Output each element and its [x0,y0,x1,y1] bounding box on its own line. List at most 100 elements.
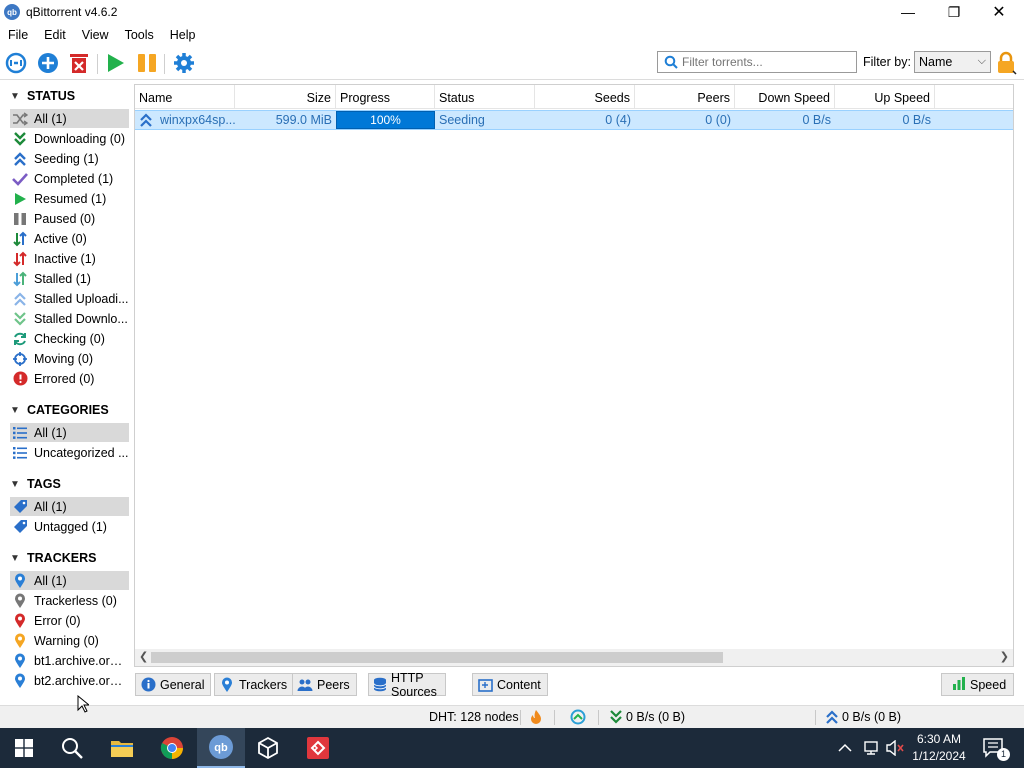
tag-item-untagged[interactable]: Untagged (1) [10,517,129,536]
status-item-active[interactable]: Active (0) [10,229,129,248]
pin-blue-icon [11,573,29,589]
progress-text: 100% [370,113,401,127]
tracker-item-trackerless[interactable]: Trackerless (0) [10,591,129,610]
status-item-stalled-downloading[interactable]: Stalled Downlo... [10,309,129,328]
minimize-button[interactable]: — [885,0,931,24]
pin-blue-icon [219,677,235,693]
tracker-item-warning[interactable]: Warning (0) [10,631,129,650]
scrollbar-thumb[interactable] [151,652,723,663]
status-item-all[interactable]: All (1) [10,109,129,128]
status-item-inactive[interactable]: Inactive (1) [10,249,129,268]
options-icon[interactable] [172,51,196,75]
column-header-status[interactable]: Status [435,85,535,109]
tracker-item-bt1[interactable]: bt1.archive.org ... [10,651,129,670]
connection-status-icon[interactable] [570,709,586,725]
menu-help[interactable]: Help [162,28,204,42]
category-item-uncategorized[interactable]: Uncategorized ... [10,443,129,462]
status-item-stalled-uploading[interactable]: Stalled Uploadi... [10,289,129,308]
status-item-paused[interactable]: Paused (0) [10,209,129,228]
virtualbox-icon[interactable] [244,728,292,768]
search-icon[interactable] [48,728,96,768]
file-explorer-icon[interactable] [98,728,146,768]
upload-arrow-icon [826,710,838,724]
tab-content[interactable]: Content [472,673,548,696]
speed-tab-button[interactable]: Speed [941,673,1014,696]
status-item-completed[interactable]: Completed (1) [10,169,129,188]
delete-icon[interactable] [67,51,91,75]
moving-icon [11,351,29,367]
status-item-errored[interactable]: Errored (0) [10,369,129,388]
pin-blue-icon [11,653,29,669]
categories-section-header[interactable]: ▼ CATEGORIES [8,400,109,420]
trackers-section-header[interactable]: ▼ TRACKERS [8,548,96,568]
column-header-seeds[interactable]: Seeds [535,85,635,109]
status-bar: DHT: 128 nodes 0 B/s (0 B) 0 B/s (0 B) [0,705,1024,728]
status-item-seeding[interactable]: Seeding (1) [10,149,129,168]
column-header-peers[interactable]: Peers [635,85,735,109]
menu-file[interactable]: File [0,28,36,42]
windows-start-icon[interactable] [0,728,48,768]
category-item-all[interactable]: All (1) [10,423,129,442]
tracker-item-error[interactable]: Error (0) [10,611,129,630]
menu-bar: File Edit View Tools Help [0,25,203,45]
scroll-right-icon[interactable]: ❯ [1000,650,1009,663]
add-torrent-icon[interactable] [36,51,60,75]
notifications-icon[interactable]: 1 [982,728,1019,768]
filter-torrents-field[interactable] [657,51,857,73]
volume-muted-icon[interactable] [885,728,905,768]
tags-section-header[interactable]: ▼ TAGS [8,474,61,494]
tab-peers[interactable]: Peers [292,673,357,696]
tab-general[interactable]: General [135,673,212,696]
menu-tools[interactable]: Tools [117,28,162,42]
resume-icon[interactable] [103,51,127,75]
lock-icon[interactable] [995,51,1017,75]
status-item-stalled[interactable]: Stalled (1) [10,269,129,288]
tab-trackers[interactable]: Trackers [214,673,295,696]
maximize-button[interactable]: ❐ [931,0,977,24]
pin-red-icon [11,613,29,629]
info-icon [140,677,156,693]
column-header-progress[interactable]: Progress [336,85,435,109]
menu-view[interactable]: View [74,28,117,42]
status-item-downloading[interactable]: Downloading (0) [10,129,129,148]
anydesk-icon[interactable] [294,728,342,768]
column-header-up-speed[interactable]: Up Speed [835,85,935,109]
svg-text:qb: qb [214,742,228,754]
table-row[interactable]: winxpx64sp... 599.0 MiB 100% Seeding 0 (… [135,110,1013,130]
torrent-size: 599.0 MiB [275,113,332,127]
taskbar: qb 6:30 AM 1/12/2024 1 [0,728,1024,768]
filter-by-select[interactable]: Name ⌵ [914,51,991,73]
chevron-down-icon: ▼ [10,552,20,564]
horizontal-scrollbar[interactable]: ❮ ❯ [135,649,1013,666]
filter-torrents-input[interactable] [682,55,852,69]
filter-by-value: Name [919,55,953,69]
clock-date: 1/12/2024 [912,749,966,763]
tag-item-all[interactable]: All (1) [10,497,129,516]
flame-icon[interactable] [530,709,542,725]
upload-speed-status[interactable]: 0 B/s (0 B) [826,710,901,724]
scroll-left-icon[interactable]: ❮ [139,650,148,663]
network-icon[interactable] [862,728,880,768]
chrome-icon[interactable] [148,728,196,768]
tracker-item-bt2[interactable]: bt2.archive.org ... [10,671,129,690]
column-header-down-speed[interactable]: Down Speed [735,85,835,109]
column-header-name[interactable]: Name [135,85,235,109]
menu-edit[interactable]: Edit [36,28,74,42]
stalled-upload-icon [11,291,29,307]
status-item-moving[interactable]: Moving (0) [10,349,129,368]
qbittorrent-taskbar-icon[interactable]: qb [197,728,245,768]
close-button[interactable]: ✕ [976,0,1022,24]
torrent-up-speed: 0 B/s [902,113,932,127]
add-link-icon[interactable] [4,51,28,75]
show-hidden-icons[interactable] [838,728,852,768]
status-section-header[interactable]: ▼ STATUS [8,86,75,106]
taskbar-clock[interactable]: 6:30 AM 1/12/2024 [906,731,972,765]
pause-icon[interactable] [135,51,159,75]
tracker-item-all[interactable]: All (1) [10,571,129,590]
download-speed-status[interactable]: 0 B/s (0 B) [610,710,685,724]
tab-http-sources[interactable]: HTTP Sources [368,671,446,699]
status-item-checking[interactable]: Checking (0) [10,329,129,348]
status-item-resumed[interactable]: Resumed (1) [10,189,129,208]
column-header-size[interactable]: Size [235,85,336,109]
list-icon [11,445,29,461]
